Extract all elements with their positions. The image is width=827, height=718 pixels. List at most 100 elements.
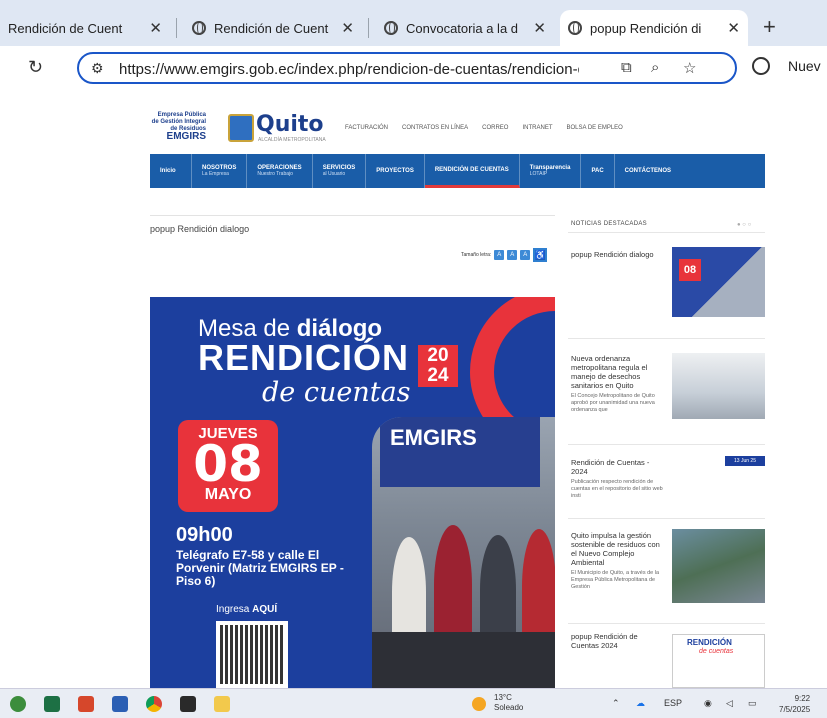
divider bbox=[568, 338, 765, 339]
chevron-up-icon[interactable]: ⌃ bbox=[612, 698, 620, 709]
file-explorer-icon[interactable] bbox=[214, 696, 230, 712]
new-tab-button[interactable]: + bbox=[763, 14, 776, 40]
news-title[interactable]: popup Rendición de Cuentas 2024 bbox=[571, 632, 666, 650]
globe-icon bbox=[568, 21, 582, 35]
news-item-2[interactable]: Nueva ordenanza metropolitana regula el … bbox=[571, 354, 666, 414]
quito-logo[interactable]: Quito bbox=[256, 112, 324, 137]
news-thumb-2[interactable] bbox=[672, 353, 765, 419]
divider bbox=[568, 444, 765, 445]
news-item-4[interactable]: Quito impulsa la gestión sostenible de r… bbox=[571, 531, 666, 591]
emgirs-logo[interactable]: Empresa Pública de Gestión Integral de R… bbox=[150, 112, 206, 142]
news-title[interactable]: popup Rendición dialogo bbox=[571, 250, 666, 259]
nav-item-rendicion[interactable]: RENDICIÓN DE CUENTAS bbox=[424, 154, 520, 188]
divider bbox=[150, 215, 555, 216]
poster-time: 09h00 bbox=[176, 524, 233, 546]
top-link-facturacion[interactable]: FACTURACIÓN bbox=[345, 125, 388, 131]
url-text[interactable]: https://www.emgirs.gob.ec/index.php/rend… bbox=[119, 61, 579, 78]
nav-item-proyectos[interactable]: PROYECTOS bbox=[366, 154, 425, 188]
tab-4-active[interactable]: popup Rendición di ✕ bbox=[560, 10, 748, 46]
quito-emblem-icon bbox=[228, 114, 254, 142]
nav-item-contactenos[interactable]: CONTÁCTENOS bbox=[615, 154, 681, 188]
tab-2[interactable]: Rendición de Cuent ✕ bbox=[184, 10, 362, 46]
news-thumb-1[interactable]: 08 bbox=[672, 247, 765, 317]
nav-label: CONTÁCTENOS bbox=[624, 168, 672, 174]
clock-time: 9:22 bbox=[794, 694, 811, 703]
nav-sublabel: La Empresa bbox=[202, 171, 229, 177]
word-icon[interactable] bbox=[112, 696, 128, 712]
tab-4-title: popup Rendición di bbox=[590, 20, 702, 36]
text-reset-button[interactable]: A bbox=[507, 250, 518, 260]
translate-icon[interactable]: ⧉ bbox=[621, 59, 632, 76]
volume-icon[interactable]: ◁ bbox=[726, 698, 733, 709]
news-title[interactable]: Quito impulsa la gestión sostenible de r… bbox=[571, 531, 666, 567]
app-icon[interactable] bbox=[78, 696, 94, 712]
news-item-1[interactable]: popup Rendición dialogo bbox=[571, 250, 666, 259]
top-links: FACTURACIÓN CONTRATOS EN LÍNEA CORREO IN… bbox=[345, 125, 623, 131]
nav-item-transparencia[interactable]: Transparencia LOTAIP bbox=[520, 154, 582, 188]
news-item-5[interactable]: popup Rendición de Cuentas 2024 bbox=[571, 632, 666, 650]
weather-icon[interactable] bbox=[472, 697, 486, 711]
page-title: popup Rendición dialogo bbox=[150, 224, 250, 234]
tab-1[interactable]: Rendición de Cuent ✕ bbox=[0, 10, 170, 46]
carousel-dots[interactable]: ● ○ ○ bbox=[737, 222, 751, 228]
globe-icon bbox=[192, 21, 206, 35]
top-link-bolsa-empleo[interactable]: BOLSA DE EMPLEO bbox=[566, 125, 622, 131]
nav-label: Inicio bbox=[160, 168, 176, 174]
text-smaller-button[interactable]: A bbox=[494, 250, 505, 260]
close-icon[interactable]: ✕ bbox=[533, 19, 546, 37]
nav-item-pac[interactable]: PAC bbox=[581, 154, 615, 188]
reload-icon[interactable]: ↻ bbox=[28, 57, 43, 78]
poster-year: 20 24 bbox=[418, 345, 458, 387]
omnibox[interactable]: ⚙ https://www.emgirs.gob.ec/index.php/re… bbox=[77, 52, 737, 84]
divider bbox=[568, 623, 765, 624]
tab-separator bbox=[176, 18, 177, 38]
news-title[interactable]: Nueva ordenanza metropolitana regula el … bbox=[571, 354, 666, 390]
logo-text: Empresa Pública de Gestión Integral de R… bbox=[151, 112, 206, 132]
news-title[interactable]: Rendición de Cuentas - 2024 bbox=[571, 458, 666, 476]
chrome-icon[interactable] bbox=[146, 696, 162, 712]
divider bbox=[568, 518, 765, 519]
profile-icon[interactable] bbox=[752, 57, 770, 75]
battery-icon[interactable]: ▭ bbox=[748, 698, 757, 709]
logo-name: EMGIRS bbox=[166, 131, 206, 142]
close-icon[interactable]: ✕ bbox=[727, 19, 740, 37]
close-icon[interactable]: ✕ bbox=[149, 19, 162, 37]
site-settings-icon[interactable]: ⚙ bbox=[91, 60, 104, 77]
weather-widget[interactable]: 13°C Soleado bbox=[494, 693, 523, 713]
tab-strip: Rendición de Cuent ✕ Rendición de Cuent … bbox=[0, 0, 827, 46]
clock[interactable]: 9:22 7/5/2025 bbox=[779, 693, 810, 715]
cloud-icon[interactable]: ☁ bbox=[636, 698, 645, 709]
news-thumb-5[interactable]: RENDICIÓN de cuentas bbox=[672, 634, 765, 688]
top-link-intranet[interactable]: INTRANET bbox=[522, 125, 552, 131]
poster-year-top: 20 bbox=[427, 345, 449, 366]
language-indicator[interactable]: ESP bbox=[664, 698, 682, 708]
qr-code[interactable] bbox=[216, 621, 288, 688]
nav-label: PROYECTOS bbox=[376, 168, 414, 174]
wifi-icon[interactable]: ◉ bbox=[704, 698, 712, 709]
app-icon[interactable] bbox=[180, 696, 196, 712]
thumb-subtitle: de cuentas bbox=[699, 648, 734, 655]
new-window-label[interactable]: Nuev bbox=[788, 58, 821, 74]
copilot-icon[interactable] bbox=[10, 696, 26, 712]
divider bbox=[568, 232, 765, 233]
news-thumb-4[interactable] bbox=[672, 529, 765, 603]
nav-item-operaciones[interactable]: OPERACIONES Nuestro Trabajo bbox=[247, 154, 313, 188]
close-icon[interactable]: ✕ bbox=[341, 19, 354, 37]
tab-3[interactable]: Convocatoria a la d ✕ bbox=[376, 10, 554, 46]
zoom-icon[interactable]: ⌕ bbox=[651, 59, 659, 76]
poster-day: 08 bbox=[193, 435, 263, 493]
nav-item-servicios[interactable]: SERVICIOS al Usuario bbox=[313, 154, 367, 188]
excel-icon[interactable] bbox=[44, 696, 60, 712]
text-larger-button[interactable]: A bbox=[520, 250, 531, 260]
text-size-label: Tamaño letra: bbox=[461, 252, 492, 258]
poster-year-bottom: 24 bbox=[427, 365, 449, 386]
poster-address: Telégrafo E7-58 y calle El Porvenir (Mat… bbox=[176, 548, 344, 588]
bookmark-star-icon[interactable]: ☆ bbox=[683, 59, 696, 77]
nav-item-nosotros[interactable]: NOSOTROS La Empresa bbox=[192, 154, 248, 188]
quito-subtitle: ALCALDÍA METROPOLITANA bbox=[258, 137, 326, 143]
top-link-correo[interactable]: CORREO bbox=[482, 125, 508, 131]
news-item-3[interactable]: Rendición de Cuentas - 2024 Publicación … bbox=[571, 458, 666, 500]
accessibility-icon[interactable]: ♿ bbox=[533, 248, 548, 262]
nav-item-inicio[interactable]: Inicio bbox=[150, 154, 192, 188]
top-link-contratos[interactable]: CONTRATOS EN LÍNEA bbox=[402, 125, 468, 131]
